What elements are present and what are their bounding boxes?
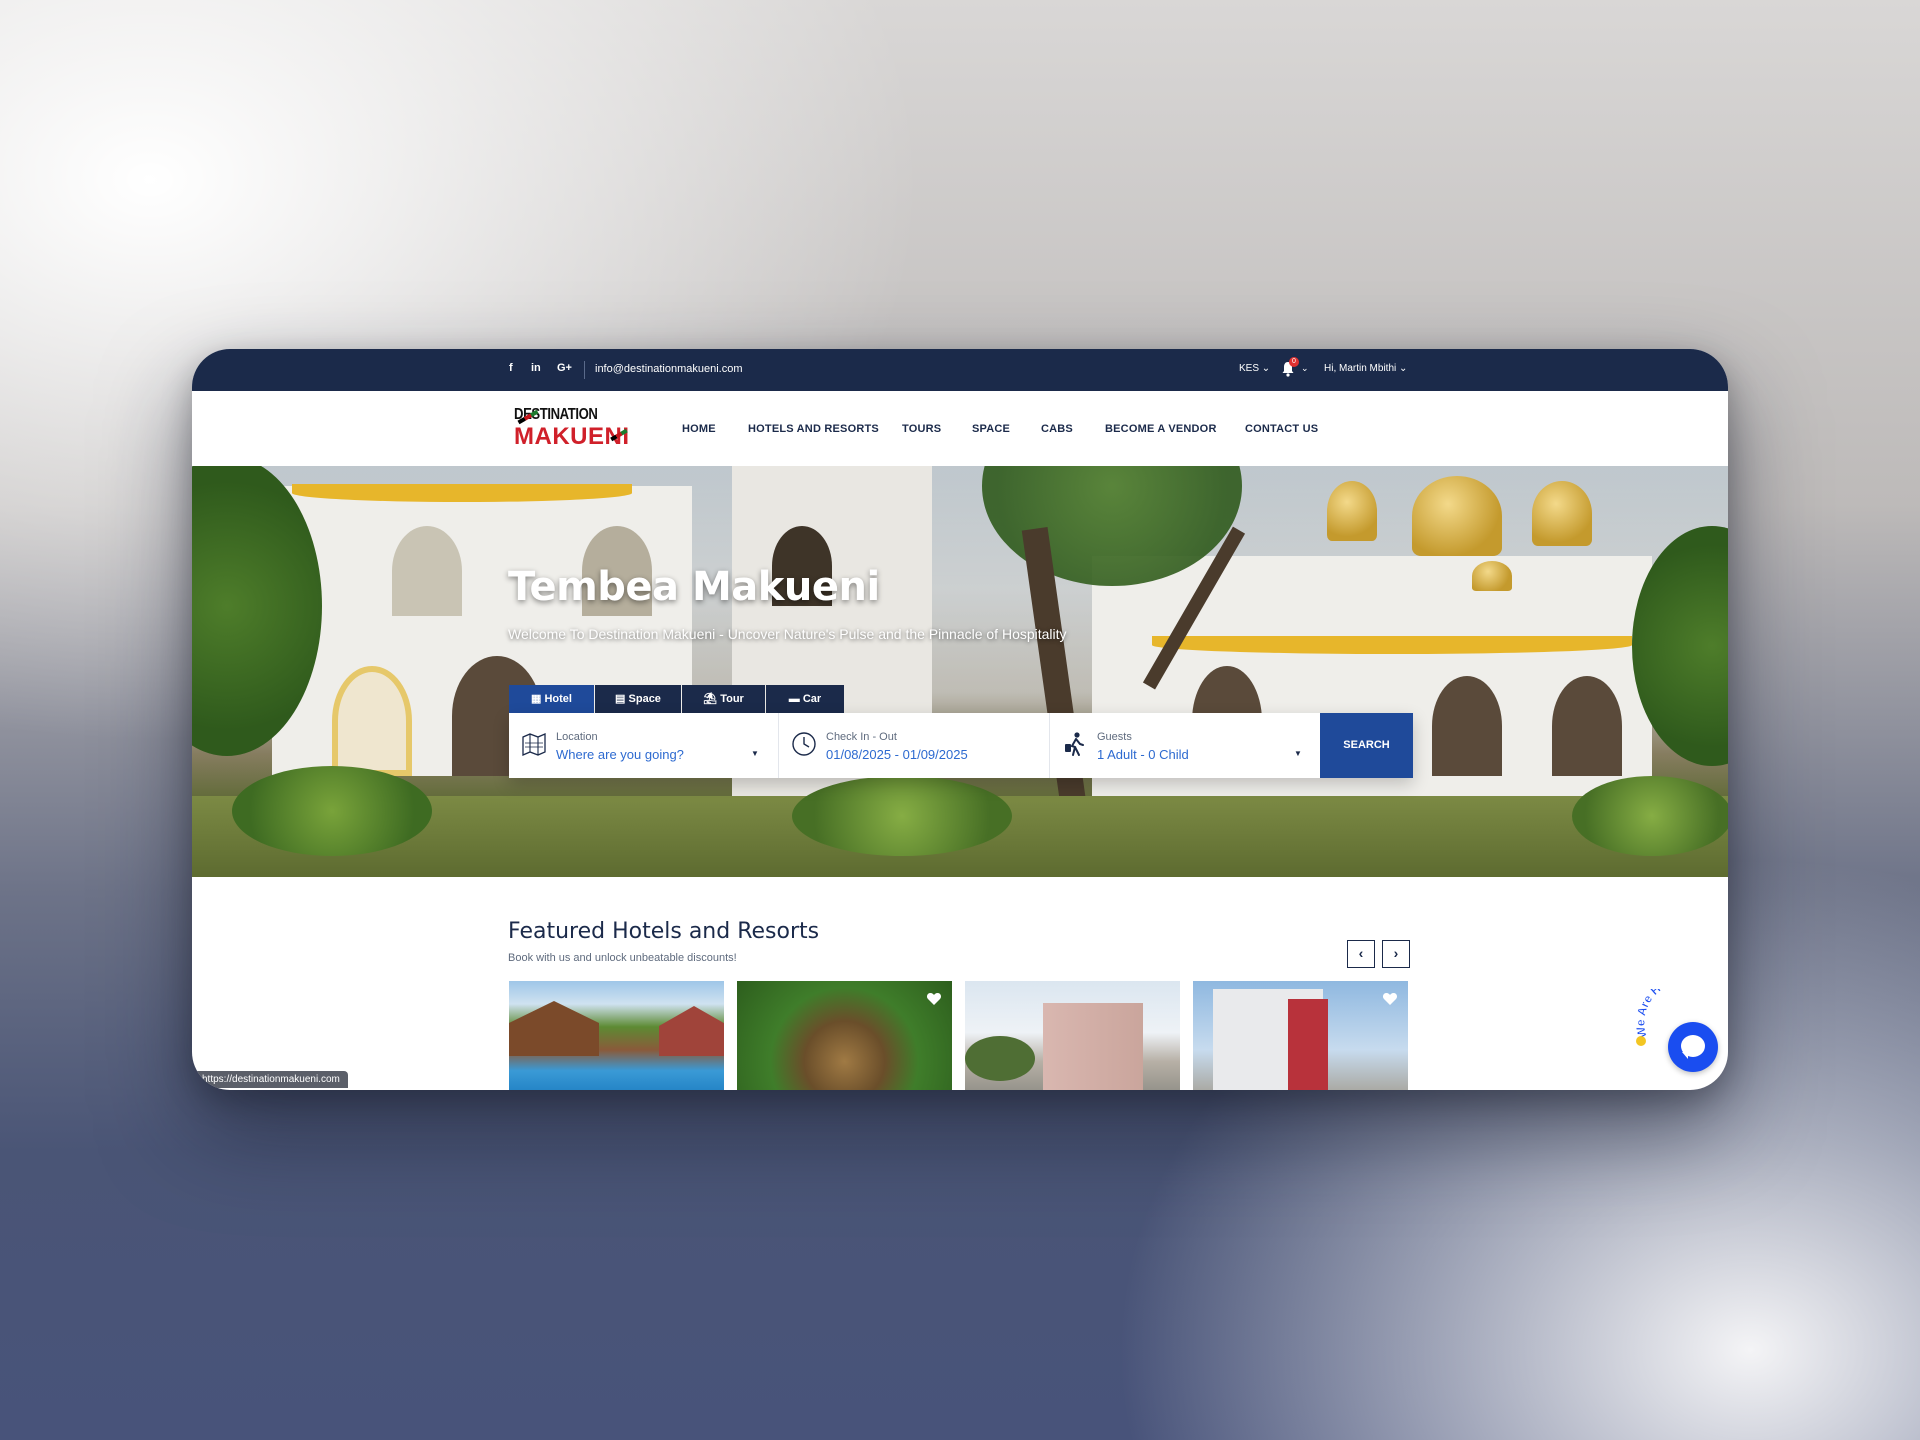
hero-shrub: [792, 776, 1012, 856]
location-label: Location: [556, 731, 598, 743]
guests-value[interactable]: 1 Adult - 0 Child: [1097, 747, 1189, 762]
hero-shrub: [232, 766, 432, 856]
card-building: [1043, 1003, 1143, 1090]
dates-label: Check In - Out: [826, 731, 897, 743]
notification-badge: 0: [1289, 357, 1299, 367]
carousel-prev-button[interactable]: ‹: [1347, 940, 1375, 968]
tab-space[interactable]: ▤ Space: [595, 685, 681, 713]
building-icon: ▦: [531, 693, 542, 705]
heart-icon[interactable]: [926, 991, 942, 1007]
location-input[interactable]: Where are you going?: [556, 747, 684, 762]
hero-drape: [292, 484, 632, 502]
traveler-icon: [1065, 732, 1084, 756]
hero-subtitle: Welcome To Destination Makueni - Uncover…: [508, 626, 1067, 642]
hero-arch: [1552, 676, 1622, 776]
date-range-field[interactable]: Check In - Out 01/08/2025 - 01/09/2025: [779, 713, 1050, 778]
hero-title: Tembea Makueni: [508, 564, 880, 610]
hero-shrub: [1572, 776, 1728, 856]
hero-dome: [1327, 481, 1377, 541]
hero-arch: [392, 526, 462, 616]
caret-down-icon[interactable]: ▼: [1294, 749, 1302, 758]
guests-label: Guests: [1097, 731, 1132, 743]
carousel-next-button[interactable]: ›: [1382, 940, 1410, 968]
search-button[interactable]: SEARCH: [1320, 713, 1413, 778]
hero-arch: [1432, 676, 1502, 776]
chat-widget-button[interactable]: [1668, 1022, 1718, 1072]
nav-become-a-vendor[interactable]: BECOME A VENDOR: [1105, 423, 1217, 435]
card-tree: [965, 1036, 1035, 1081]
site-logo[interactable]: DESTINATION MAKUENI: [514, 405, 646, 451]
hotel-card[interactable]: [965, 981, 1180, 1090]
heart-icon[interactable]: [1382, 991, 1398, 1007]
top-bar: f in G+ info@destinationmakueni.com KES …: [192, 349, 1728, 391]
featured-title: Featured Hotels and Resorts: [508, 919, 820, 944]
currency-value: KES: [1239, 363, 1260, 374]
dates-value[interactable]: 01/08/2025 - 01/09/2025: [826, 747, 968, 762]
hero-dome: [1412, 476, 1502, 556]
nav-cabs[interactable]: CABS: [1041, 423, 1073, 435]
hotel-card[interactable]: [1193, 981, 1408, 1090]
nav-space[interactable]: SPACE: [972, 423, 1010, 435]
tab-label: Hotel: [544, 693, 572, 705]
hero-drape: [1152, 636, 1632, 654]
hero-dome: [1532, 481, 1592, 546]
contact-email-link[interactable]: info@destinationmakueni.com: [595, 363, 743, 375]
linkedin-icon[interactable]: in: [531, 362, 541, 374]
tab-label: Car: [802, 693, 822, 705]
browser-frame: f in G+ info@destinationmakueni.com KES …: [192, 349, 1728, 1090]
tab-label: Tour: [720, 693, 744, 705]
search-box: Location Where are you going? ▼ Check In…: [509, 713, 1413, 778]
featured-subtitle: Book with us and unlock unbeatable disco…: [508, 952, 737, 964]
car-icon: ▬: [788, 693, 800, 705]
chevron-down-icon[interactable]: ⌄: [1301, 363, 1309, 374]
user-greeting: Hi, Martin Mbithi: [1324, 363, 1397, 374]
google-plus-icon[interactable]: G+: [557, 362, 572, 374]
topbar-divider: [584, 361, 585, 379]
hotel-card[interactable]: [737, 981, 952, 1090]
nav-tours[interactable]: TOURS: [902, 423, 941, 435]
chat-bubble-tail: [1682, 1052, 1688, 1059]
hero-banner: Tembea Makueni Welcome To Destination Ma…: [192, 466, 1728, 877]
tab-label: Space: [628, 693, 661, 705]
nav-hotels-and-resorts[interactable]: HOTELS AND RESORTS: [748, 423, 879, 435]
nav-contact-us[interactable]: CONTACT US: [1245, 423, 1318, 435]
tab-hotel[interactable]: ▦ Hotel: [509, 685, 594, 713]
hotel-card[interactable]: [509, 981, 724, 1090]
browser-status-bar: https://destinationmakueni.com: [192, 1071, 348, 1088]
card-roof: [659, 1006, 724, 1056]
user-menu[interactable]: Hi, Martin Mbithi ⌄: [1324, 363, 1407, 374]
main-navbar: DESTINATION MAKUENI HOME HOTELS AND RESO…: [192, 391, 1728, 466]
card-building-accent: [1288, 999, 1328, 1090]
location-field[interactable]: Location Where are you going? ▼: [509, 713, 779, 778]
beach-umbrella-icon: ⛱: [703, 693, 718, 705]
office-icon: ▤: [615, 693, 626, 705]
currency-selector[interactable]: KES ⌄: [1239, 363, 1270, 374]
card-thatched-roof: [509, 1001, 599, 1056]
hero-arch: [332, 666, 412, 776]
tab-car[interactable]: ▬ Car: [766, 685, 844, 713]
waving-hand-icon: [1636, 1036, 1646, 1046]
caret-down-icon[interactable]: ▼: [751, 749, 759, 758]
hero-dome: [1472, 561, 1512, 591]
guests-field[interactable]: Guests 1 Adult - 0 Child ▼: [1050, 713, 1320, 778]
facebook-icon[interactable]: f: [509, 362, 513, 374]
map-icon: [522, 733, 546, 756]
clock-icon: [792, 732, 816, 756]
tab-tour[interactable]: ⛱ Tour: [682, 685, 765, 713]
nav-home[interactable]: HOME: [682, 423, 716, 435]
